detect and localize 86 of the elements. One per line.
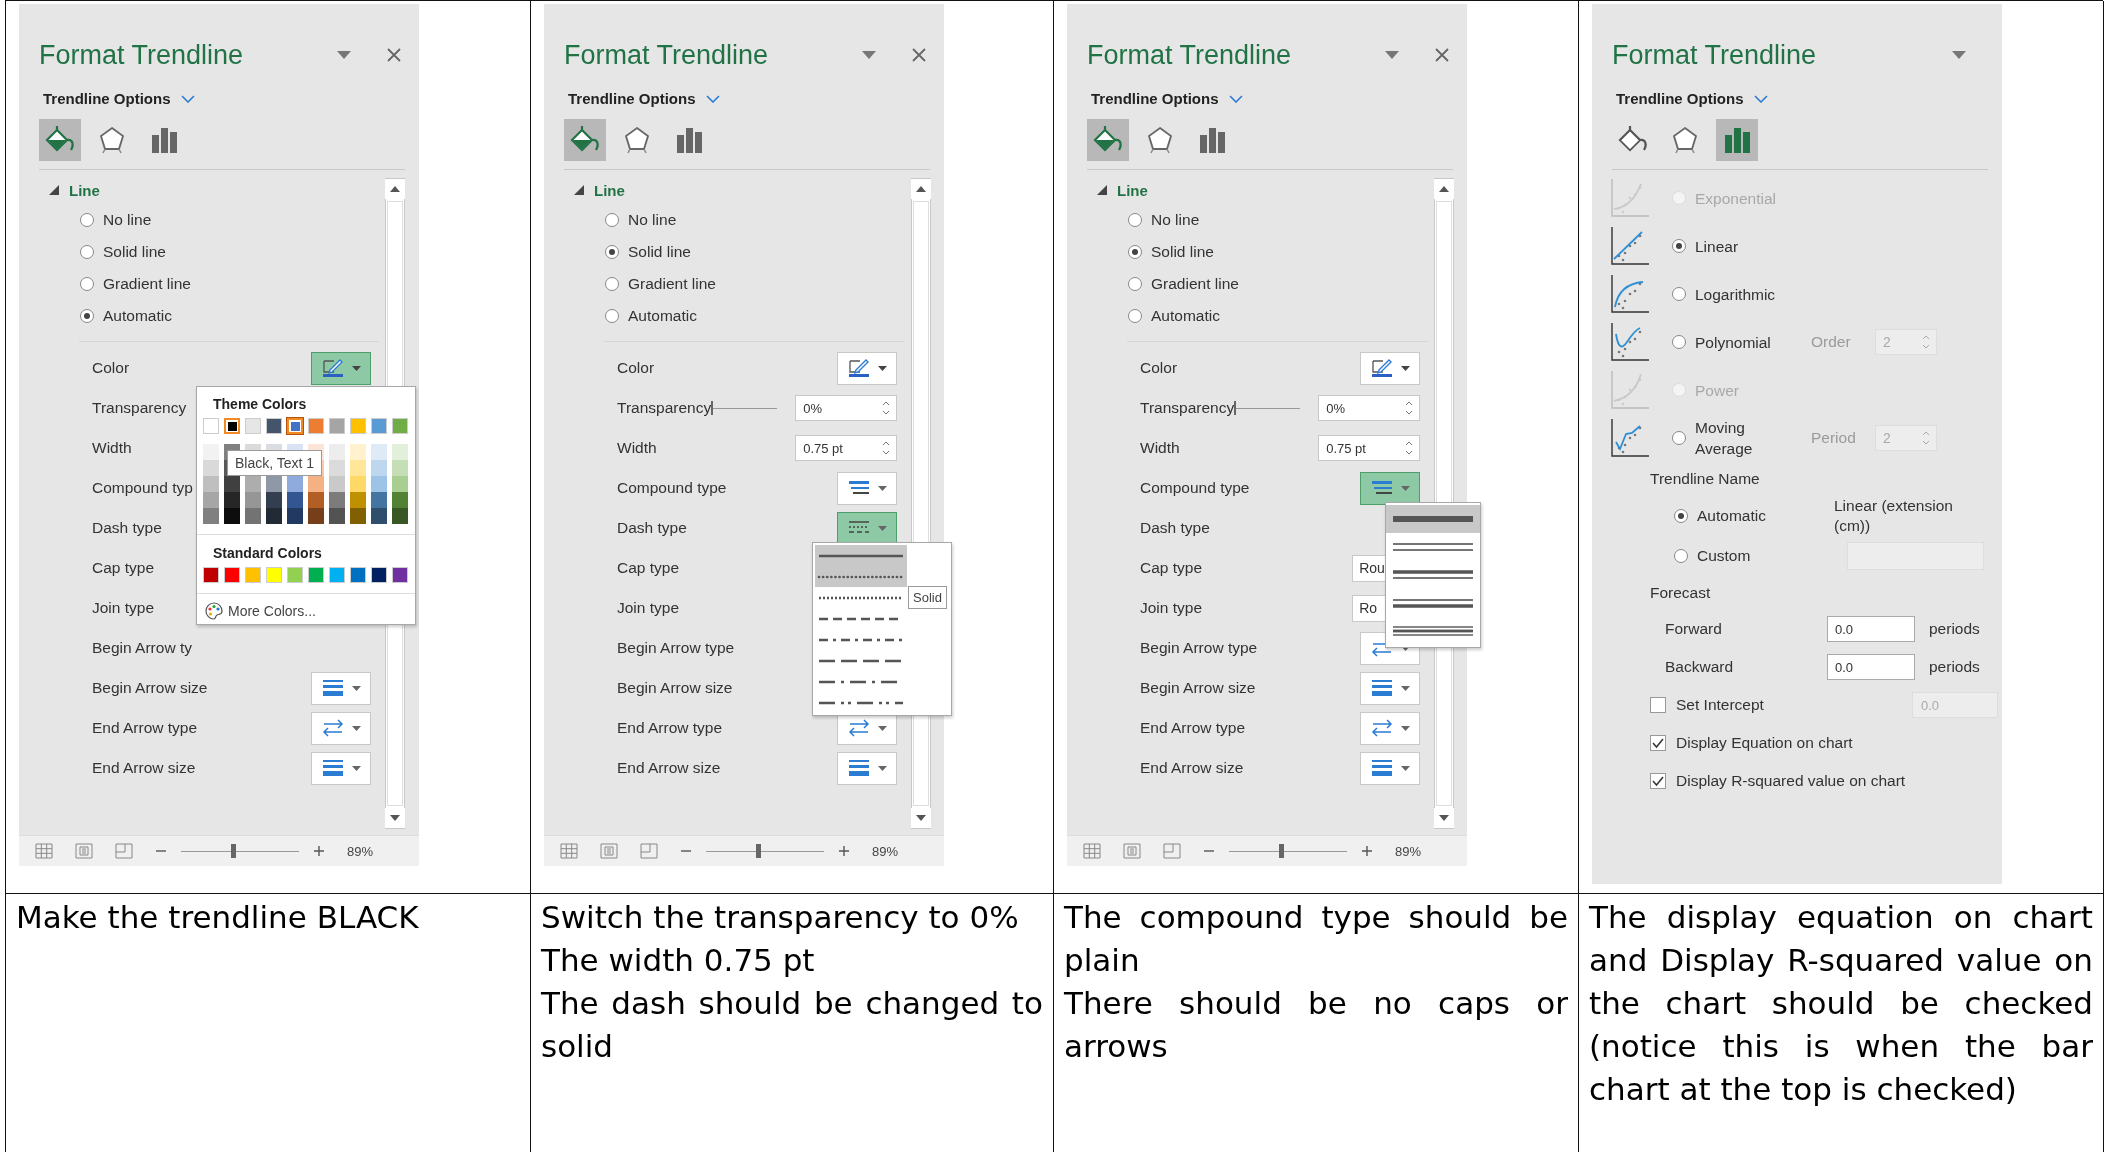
instruction-text: The display equation on chart and Display R-squared value on the chart should be checked (notice this is when the bar chart at the top is checked) — [1589, 898, 2093, 1109]
property-label: Join type — [1140, 599, 1203, 617]
section-heading: Forecast — [1649, 583, 1711, 603]
pane-title: Format Trendline — [1087, 39, 1293, 71]
property-label: End Arrow type — [92, 719, 198, 737]
radio-label: Gradient line — [628, 275, 716, 293]
radio-label: Automatic — [1151, 307, 1220, 325]
parameter-label: Order — [1811, 333, 1852, 351]
property-label: Dash type — [617, 519, 687, 537]
unit-label: periods — [1929, 658, 1980, 676]
picker-heading: Standard Colors — [212, 544, 323, 563]
property-label: Cap type — [1140, 559, 1203, 577]
radio-label: Automatic — [1697, 507, 1767, 525]
property-label: Color — [617, 359, 655, 377]
property-label: Color — [92, 359, 130, 377]
property-label: End Arrow type — [617, 719, 723, 737]
instruction-text: The width 0.75 pt — [541, 941, 816, 980]
property-label: Dash type — [1140, 519, 1210, 537]
property-label: End Arrow size — [1140, 759, 1244, 777]
property-label: Compound type — [617, 479, 727, 497]
unit-label: periods — [1929, 620, 1980, 638]
radio-label: Gradient line — [103, 275, 191, 293]
radio-label: Solid line — [1151, 243, 1214, 261]
instruction-text: Make the trendline BLACK — [16, 898, 420, 937]
property-label: Width — [617, 439, 657, 457]
property-label: Begin Arrow ty — [92, 639, 192, 657]
section-title: Line — [594, 181, 625, 199]
instruction-text: Switch the transparency to 0% — [541, 898, 1020, 937]
property-label: Begin Arrow size — [1140, 679, 1256, 697]
property-label: End Arrow type — [1140, 719, 1246, 737]
property-label: Join type — [617, 599, 680, 617]
checkbox-label: Display R-squared value on chart — [1676, 772, 1907, 790]
field-label: Forward — [1665, 620, 1723, 638]
radio-label: Custom — [1697, 547, 1752, 565]
tooltip: Black, Text 1 — [227, 450, 323, 476]
trendline-name: Linear (extension (cm)) — [1834, 496, 1954, 536]
pane-title: Format Trendline — [39, 39, 245, 71]
picker-heading: Theme Colors — [212, 395, 308, 414]
checkbox-label: Set Intercept — [1676, 696, 1765, 714]
radio-label: Gradient line — [1151, 275, 1239, 293]
property-label: Begin Arrow size — [92, 679, 208, 697]
radio-label: No line — [103, 211, 152, 229]
radio-label: Logarithmic — [1695, 284, 1777, 305]
property-label: Transparency — [1140, 399, 1235, 417]
zoom-level: 89% — [872, 843, 899, 859]
field-label: Backward — [1665, 658, 1735, 676]
checkbox-label: Display Equation on chart — [1676, 734, 1854, 752]
property-label: Width — [92, 439, 132, 457]
pane-title: Format Trendline — [564, 39, 770, 71]
section-title: Line — [69, 181, 100, 199]
section-title: Line — [1117, 181, 1148, 199]
zoom-level: 89% — [1395, 843, 1422, 859]
property-label: Begin Arrow type — [1140, 639, 1258, 657]
radio-label: No line — [1151, 211, 1200, 229]
radio-label: Automatic — [628, 307, 697, 325]
tooltip: Solid — [908, 586, 947, 609]
property-label: Cap type — [617, 559, 680, 577]
property-label: Compound typ — [92, 479, 193, 497]
radio-label: Power — [1695, 380, 1740, 401]
radio-label: Solid line — [628, 243, 691, 261]
radio-label: Linear — [1695, 236, 1740, 257]
property-label: Begin Arrow size — [617, 679, 733, 697]
property-label: Compound type — [1140, 479, 1250, 497]
property-label: End Arrow size — [92, 759, 196, 777]
property-label: End Arrow size — [617, 759, 721, 777]
parameter-label: Period — [1811, 429, 1857, 447]
property-label: Width — [1140, 439, 1180, 457]
radio-label: Exponential — [1695, 188, 1777, 209]
property-label: Cap type — [92, 559, 155, 577]
property-label: Join type — [92, 599, 155, 617]
radio-label: Moving Average — [1695, 418, 1754, 459]
section-heading: Trendline Name — [1649, 469, 1760, 489]
zoom-level: 89% — [347, 843, 374, 859]
property-label: Dash type — [92, 519, 162, 537]
property-label: Transparency — [92, 399, 187, 417]
radio-label: Solid line — [103, 243, 166, 261]
property-label: Begin Arrow type — [617, 639, 735, 657]
pane-title: Format Trendline — [1612, 39, 1818, 71]
radio-label: No line — [628, 211, 677, 229]
instruction-text: The compound type should be plain — [1064, 898, 1568, 980]
property-label: Transparency — [617, 399, 712, 417]
property-label: Color — [1140, 359, 1178, 377]
radio-label: Polynomial — [1695, 332, 1772, 353]
radio-label: Automatic — [103, 307, 172, 325]
instruction-text: There should be no caps or arrows — [1064, 984, 1568, 1066]
instruction-text: The dash should be changed to solid — [541, 984, 1043, 1066]
